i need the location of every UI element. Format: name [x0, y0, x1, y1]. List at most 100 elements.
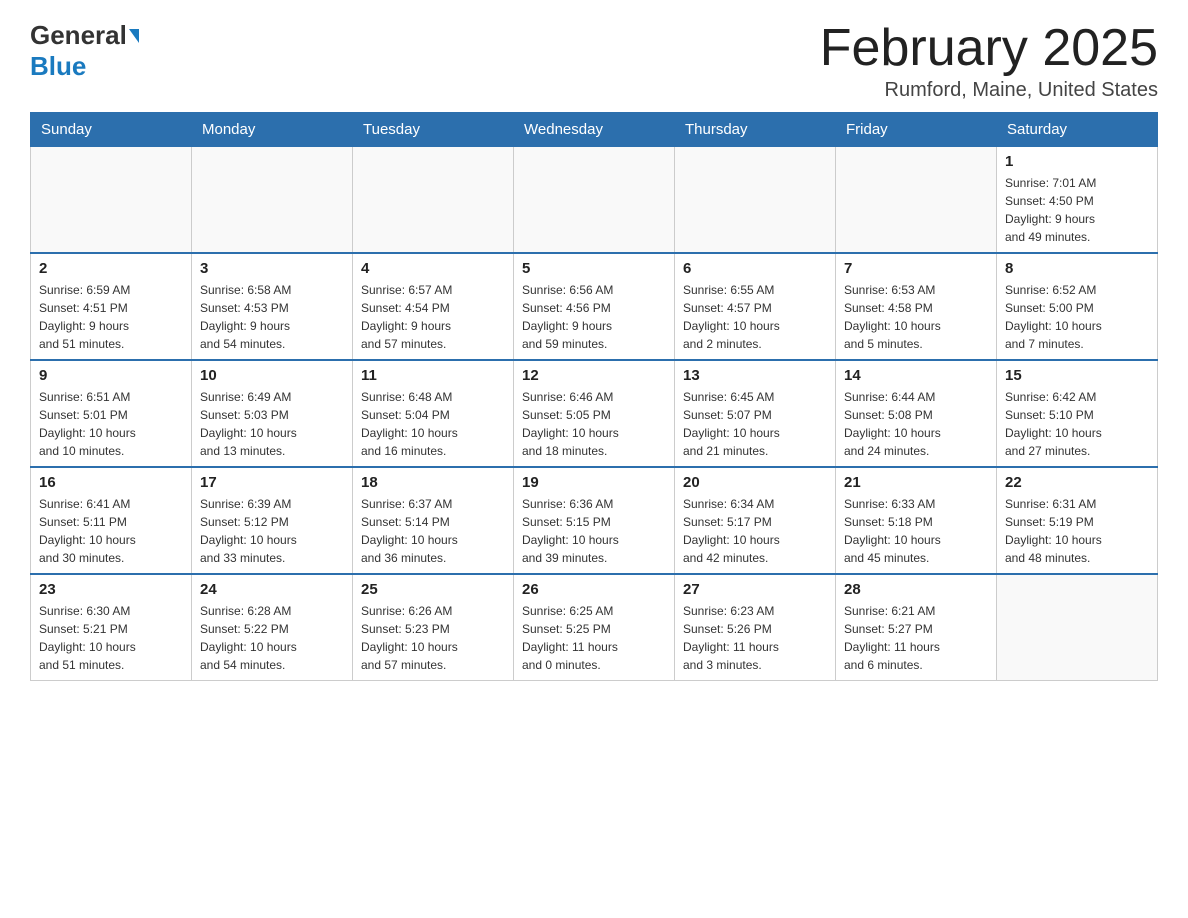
day-info: Sunrise: 6:42 AM Sunset: 5:10 PM Dayligh…	[1005, 388, 1149, 460]
month-title: February 2025	[820, 20, 1158, 77]
day-info: Sunrise: 6:36 AM Sunset: 5:15 PM Dayligh…	[522, 495, 666, 567]
calendar-cell	[31, 147, 192, 254]
calendar-cell: 1 Sunrise: 7:01 AM Sunset: 4:50 PM Daylig…	[997, 147, 1158, 254]
day-info: Sunrise: 6:28 AM Sunset: 5:22 PM Dayligh…	[200, 602, 344, 674]
day-number: 26	[522, 581, 666, 598]
calendar-cell: 24Sunrise: 6:28 AM Sunset: 5:22 PM Dayli…	[192, 574, 353, 681]
calendar-cell: 15 Sunrise: 6:42 AM Sunset: 5:10 PM Dayli…	[997, 360, 1158, 467]
calendar-cell: 11 Sunrise: 6:48 AM Sunset: 5:04 PM Dayli…	[353, 360, 514, 467]
day-number: 2	[39, 260, 183, 277]
weekday-header-monday: Monday	[192, 113, 353, 147]
logo-arrow-icon	[129, 29, 139, 43]
day-number: 23	[39, 581, 183, 598]
day-info: Sunrise: 6:49 AM Sunset: 5:03 PM Dayligh…	[200, 388, 344, 460]
day-info: Sunrise: 7:01 AM Sunset: 4:50 PM Dayligh…	[1005, 174, 1149, 246]
calendar-cell: 3Sunrise: 6:58 AM Sunset: 4:53 PM Daylig…	[192, 253, 353, 360]
day-number: 25	[361, 581, 505, 598]
day-info: Sunrise: 6:26 AM Sunset: 5:23 PM Dayligh…	[361, 602, 505, 674]
day-info: Sunrise: 6:39 AM Sunset: 5:12 PM Dayligh…	[200, 495, 344, 567]
day-info: Sunrise: 6:46 AM Sunset: 5:05 PM Dayligh…	[522, 388, 666, 460]
weekday-header-thursday: Thursday	[675, 113, 836, 147]
logo-blue-text: Blue	[30, 51, 86, 82]
calendar-cell: 20Sunrise: 6:34 AM Sunset: 5:17 PM Dayli…	[675, 467, 836, 574]
calendar-week-row: 16 Sunrise: 6:41 AM Sunset: 5:11 PM Dayli…	[31, 467, 1158, 574]
day-info: Sunrise: 6:51 AM Sunset: 5:01 PM Dayligh…	[39, 388, 183, 460]
calendar-cell: 12Sunrise: 6:46 AM Sunset: 5:05 PM Dayli…	[514, 360, 675, 467]
title-block: February 2025 Rumford, Maine, United Sta…	[820, 20, 1158, 102]
day-number: 9	[39, 367, 183, 384]
calendar-cell	[353, 147, 514, 254]
day-info: Sunrise: 6:30 AM Sunset: 5:21 PM Dayligh…	[39, 602, 183, 674]
weekday-header-tuesday: Tuesday	[353, 113, 514, 147]
calendar-cell: 18 Sunrise: 6:37 AM Sunset: 5:14 PM Dayli…	[353, 467, 514, 574]
day-info: Sunrise: 6:55 AM Sunset: 4:57 PM Dayligh…	[683, 281, 827, 353]
calendar-cell: 17 Sunrise: 6:39 AM Sunset: 5:12 PM Dayli…	[192, 467, 353, 574]
calendar-cell: 13Sunrise: 6:45 AM Sunset: 5:07 PM Dayli…	[675, 360, 836, 467]
day-number: 21	[844, 474, 988, 491]
calendar-cell: 21 Sunrise: 6:33 AM Sunset: 5:18 PM Dayli…	[836, 467, 997, 574]
calendar-cell	[675, 147, 836, 254]
day-number: 17	[200, 474, 344, 491]
day-number: 7	[844, 260, 988, 277]
logo: General Blue	[30, 20, 139, 82]
day-number: 14	[844, 367, 988, 384]
day-info: Sunrise: 6:44 AM Sunset: 5:08 PM Dayligh…	[844, 388, 988, 460]
day-info: Sunrise: 6:31 AM Sunset: 5:19 PM Dayligh…	[1005, 495, 1149, 567]
calendar-cell: 26 Sunrise: 6:25 AM Sunset: 5:25 PM Dayli…	[514, 574, 675, 681]
logo-general-text: General	[30, 20, 127, 51]
day-number: 5	[522, 260, 666, 277]
calendar-cell: 7 Sunrise: 6:53 AM Sunset: 4:58 PM Daylig…	[836, 253, 997, 360]
calendar-table: SundayMondayTuesdayWednesdayThursdayFrid…	[30, 112, 1158, 681]
calendar-cell: 23 Sunrise: 6:30 AM Sunset: 5:21 PM Dayli…	[31, 574, 192, 681]
day-number: 10	[200, 367, 344, 384]
day-number: 18	[361, 474, 505, 491]
day-number: 11	[361, 367, 505, 384]
day-number: 22	[1005, 474, 1149, 491]
day-info: Sunrise: 6:59 AM Sunset: 4:51 PM Dayligh…	[39, 281, 183, 353]
calendar-cell	[997, 574, 1158, 681]
day-info: Sunrise: 6:41 AM Sunset: 5:11 PM Dayligh…	[39, 495, 183, 567]
location: Rumford, Maine, United States	[820, 79, 1158, 102]
calendar-cell: 10 Sunrise: 6:49 AM Sunset: 5:03 PM Dayli…	[192, 360, 353, 467]
calendar-cell	[836, 147, 997, 254]
day-number: 28	[844, 581, 988, 598]
calendar-cell: 22 Sunrise: 6:31 AM Sunset: 5:19 PM Dayli…	[997, 467, 1158, 574]
calendar-week-row: 2 Sunrise: 6:59 AM Sunset: 4:51 PM Daylig…	[31, 253, 1158, 360]
day-number: 4	[361, 260, 505, 277]
calendar-cell: 9 Sunrise: 6:51 AM Sunset: 5:01 PM Daylig…	[31, 360, 192, 467]
calendar-week-row: 9 Sunrise: 6:51 AM Sunset: 5:01 PM Daylig…	[31, 360, 1158, 467]
calendar-week-row: 23 Sunrise: 6:30 AM Sunset: 5:21 PM Dayli…	[31, 574, 1158, 681]
day-info: Sunrise: 6:57 AM Sunset: 4:54 PM Dayligh…	[361, 281, 505, 353]
calendar-cell: 5 Sunrise: 6:56 AM Sunset: 4:56 PM Daylig…	[514, 253, 675, 360]
day-info: Sunrise: 6:34 AM Sunset: 5:17 PM Dayligh…	[683, 495, 827, 567]
day-number: 15	[1005, 367, 1149, 384]
calendar-cell: 8 Sunrise: 6:52 AM Sunset: 5:00 PM Daylig…	[997, 253, 1158, 360]
calendar-cell: 2 Sunrise: 6:59 AM Sunset: 4:51 PM Daylig…	[31, 253, 192, 360]
day-number: 8	[1005, 260, 1149, 277]
weekday-header-wednesday: Wednesday	[514, 113, 675, 147]
day-info: Sunrise: 6:21 AM Sunset: 5:27 PM Dayligh…	[844, 602, 988, 674]
calendar-cell	[514, 147, 675, 254]
day-info: Sunrise: 6:52 AM Sunset: 5:00 PM Dayligh…	[1005, 281, 1149, 353]
day-info: Sunrise: 6:25 AM Sunset: 5:25 PM Dayligh…	[522, 602, 666, 674]
day-number: 3	[200, 260, 344, 277]
calendar-cell: 19 Sunrise: 6:36 AM Sunset: 5:15 PM Dayli…	[514, 467, 675, 574]
calendar-cell: 28 Sunrise: 6:21 AM Sunset: 5:27 PM Dayli…	[836, 574, 997, 681]
day-number: 27	[683, 581, 827, 598]
day-info: Sunrise: 6:48 AM Sunset: 5:04 PM Dayligh…	[361, 388, 505, 460]
day-number: 1	[1005, 153, 1149, 170]
day-info: Sunrise: 6:45 AM Sunset: 5:07 PM Dayligh…	[683, 388, 827, 460]
calendar-header-row: SundayMondayTuesdayWednesdayThursdayFrid…	[31, 113, 1158, 147]
calendar-cell: 25 Sunrise: 6:26 AM Sunset: 5:23 PM Dayli…	[353, 574, 514, 681]
day-info: Sunrise: 6:33 AM Sunset: 5:18 PM Dayligh…	[844, 495, 988, 567]
day-info: Sunrise: 6:56 AM Sunset: 4:56 PM Dayligh…	[522, 281, 666, 353]
weekday-header-saturday: Saturday	[997, 113, 1158, 147]
calendar-cell: 16 Sunrise: 6:41 AM Sunset: 5:11 PM Dayli…	[31, 467, 192, 574]
day-number: 19	[522, 474, 666, 491]
day-info: Sunrise: 6:53 AM Sunset: 4:58 PM Dayligh…	[844, 281, 988, 353]
weekday-header-sunday: Sunday	[31, 113, 192, 147]
calendar-cell: 4 Sunrise: 6:57 AM Sunset: 4:54 PM Daylig…	[353, 253, 514, 360]
day-number: 16	[39, 474, 183, 491]
day-info: Sunrise: 6:37 AM Sunset: 5:14 PM Dayligh…	[361, 495, 505, 567]
weekday-header-friday: Friday	[836, 113, 997, 147]
